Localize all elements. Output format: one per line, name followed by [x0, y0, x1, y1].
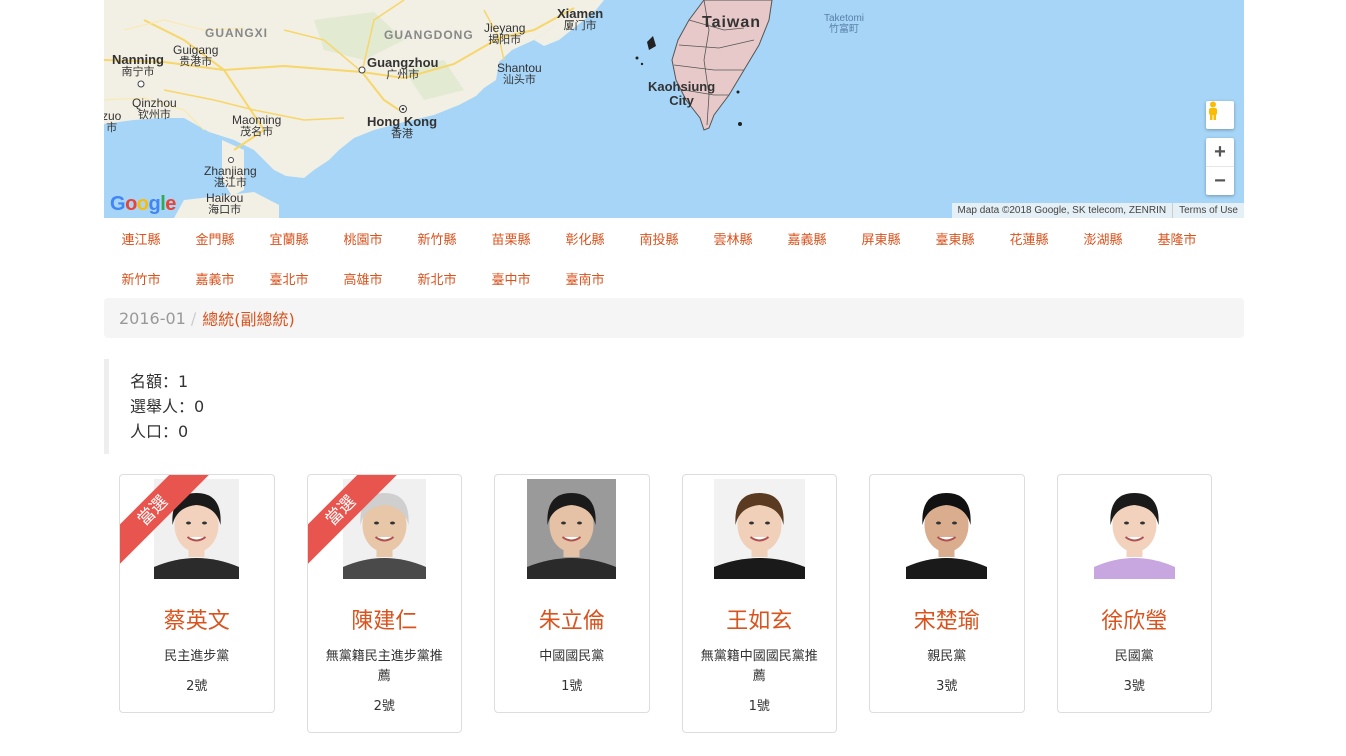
- county-link[interactable]: 花蓮縣: [992, 229, 1066, 248]
- county-link[interactable]: 雲林縣: [696, 229, 770, 248]
- breadcrumb-separator: /: [190, 308, 197, 328]
- candidate-number: 1號: [561, 679, 583, 694]
- county-link[interactable]: 南投縣: [622, 229, 696, 248]
- page-container: Nanning 南宁市 Guigang 贵港市 GUANGXI GUANGDONG …: [104, 0, 1244, 733]
- county-link[interactable]: 連江縣: [104, 229, 178, 248]
- county-link[interactable]: 宜蘭縣: [252, 229, 326, 248]
- candidate-name[interactable]: 陳建仁: [308, 607, 462, 637]
- county-link[interactable]: 新竹市: [104, 269, 178, 288]
- map-label-guigang: Guigang 贵港市: [173, 43, 219, 68]
- county-link[interactable]: 澎湖縣: [1066, 229, 1140, 248]
- candidate-number: 2號: [186, 679, 208, 694]
- candidate-number: 3號: [936, 679, 958, 694]
- candidate-photo: [527, 479, 617, 579]
- candidate-card[interactable]: 朱立倫中國國民黨 1號: [494, 474, 650, 713]
- map-label-taketomi: Taketomi 竹富町: [824, 13, 865, 35]
- county-link[interactable]: 新北市: [400, 269, 474, 288]
- county-links-row: 新竹市 嘉義市 臺北市 高雄市 新北市 臺中市 臺南市: [104, 258, 1244, 298]
- county-link[interactable]: 新竹縣: [400, 229, 474, 248]
- candidate-name[interactable]: 宋楚瑜: [870, 607, 1024, 637]
- county-link[interactable]: 桃園市: [326, 229, 400, 248]
- candidate-party: 民主進步黨: [164, 649, 230, 664]
- candidate-card[interactable]: 王如玄無黨籍中國國民黨推薦 1號: [681, 474, 837, 733]
- population-count: 人口：0: [130, 422, 189, 441]
- county-link[interactable]: 屏東縣: [844, 229, 918, 248]
- map-label-guangzhou: Guangzhou 广州市: [367, 55, 439, 81]
- county-link[interactable]: 彰化縣: [548, 229, 622, 248]
- candidate-card[interactable]: 當選 陳建仁 無黨籍民主進步黨推薦 2號: [306, 474, 462, 733]
- breadcrumb-current: 總統(副總統): [202, 310, 295, 329]
- map-label-hongkong: Hong Kong 香港: [367, 114, 438, 140]
- candidate-photo: [906, 479, 988, 579]
- map-label-kaohsiung: Kaohsiung City: [648, 79, 716, 108]
- county-link[interactable]: 高雄市: [326, 269, 400, 288]
- county-link[interactable]: 金門縣: [178, 229, 252, 248]
- candidate-number: 1號: [748, 699, 770, 714]
- zoom-out-button[interactable]: −: [1206, 166, 1234, 195]
- candidate-photo: [713, 479, 805, 579]
- county-link[interactable]: 嘉義縣: [770, 229, 844, 248]
- map-label-shantou: Shantou 汕头市: [497, 61, 542, 86]
- candidate-party: 無黨籍中國國民黨推薦: [700, 649, 818, 684]
- candidate-party: 無黨籍民主進步黨推薦: [325, 649, 443, 684]
- pegman-icon[interactable]: [1206, 101, 1234, 129]
- map-label-guangdong: GUANGDONG: [384, 28, 474, 42]
- map-label-xiamen: Xiamen 厦门市: [557, 6, 604, 32]
- map-label-qinzhou: Qinzhou 钦州市: [132, 96, 177, 121]
- county-link[interactable]: 臺北市: [252, 269, 326, 288]
- county-link[interactable]: 苗栗縣: [474, 229, 548, 248]
- map-label-zhanjiang: Zhanjiang 湛江市: [204, 164, 257, 189]
- county-link[interactable]: 臺南市: [548, 269, 622, 288]
- county-link[interactable]: 臺東縣: [918, 229, 992, 248]
- seats-count: 名額：1: [130, 372, 189, 391]
- map-label-haikou: Haikou 海口市: [206, 191, 244, 216]
- county-link[interactable]: 基隆市: [1140, 229, 1214, 248]
- candidate-name[interactable]: 徐欣瑩: [1058, 607, 1212, 637]
- candidate-number: 3號: [1123, 679, 1145, 694]
- candidate-list: 當選 蔡英文 民主進步黨 2號 當選 陳建仁 無黨籍民主進步黨推薦 2號 朱立倫 中國國民黨 1號王…: [119, 474, 1244, 733]
- map-label-jieyang: Jieyang 揭阳市: [484, 21, 526, 46]
- map[interactable]: Nanning 南宁市 Guigang 贵港市 GUANGXI GUANGDONG …: [104, 0, 1244, 218]
- map-attribution: Map data ©2018 Google, SK telecom, ZENRI…: [951, 203, 1244, 218]
- map-label-guangxi: GUANGXI: [205, 26, 269, 40]
- candidate-photo: [1093, 479, 1175, 579]
- county-links: 連江縣 金門縣 宜蘭縣 桃園市 新竹縣 苗栗縣 彰化縣 南投縣 雲林縣 嘉義縣 屏東縣 臺東縣 花蓮縣澎…: [104, 218, 1244, 298]
- election-info: 名額：1 選舉人：0 人口：0: [104, 359, 1244, 454]
- voters-count: 選舉人：0: [130, 397, 205, 416]
- zoom-in-button[interactable]: +: [1206, 138, 1234, 166]
- candidate-name[interactable]: 朱立倫: [495, 607, 649, 637]
- candidate-number: 2號: [373, 699, 395, 714]
- zoom-control: + −: [1206, 138, 1234, 195]
- candidate-card[interactable]: 徐欣瑩民國黨 3號: [1056, 474, 1212, 713]
- map-label-nanning: Nanning 南宁市: [112, 52, 164, 78]
- map-label-zuo: zuo 市: [104, 109, 122, 134]
- candidate-card[interactable]: 宋楚瑜親民黨 3號: [869, 474, 1025, 713]
- breadcrumb: 2016-01 / 總統(副總統): [104, 298, 1244, 338]
- candidate-card[interactable]: 當選 蔡英文 民主進步黨 2號: [119, 474, 275, 713]
- candidate-party: 中國國民黨: [539, 649, 605, 664]
- county-links-row: 連江縣 金門縣 宜蘭縣 桃園市 新竹縣 苗栗縣 彰化縣 南投縣 雲林縣 嘉義縣 屏東縣 臺東縣 花蓮縣澎…: [104, 218, 1244, 258]
- google-logo: Google: [110, 193, 176, 215]
- map-label-maoming: Maoming 茂名市: [232, 113, 282, 138]
- candidate-party: 親民黨: [927, 649, 967, 664]
- candidate-name[interactable]: 王如玄: [683, 607, 837, 637]
- map-graphics: [104, 0, 773, 218]
- county-link[interactable]: 嘉義市: [178, 269, 252, 288]
- map-data-credit: Map data ©2018 Google, SK telecom, ZENRI…: [957, 205, 1167, 216]
- candidate-name[interactable]: 蔡英文: [120, 607, 274, 637]
- county-link[interactable]: 臺中市: [474, 269, 548, 288]
- breadcrumb-date[interactable]: 2016-01: [119, 309, 186, 328]
- terms-of-use-link[interactable]: Terms of Use: [1172, 203, 1244, 218]
- map-label-taiwan: Taiwan: [702, 14, 762, 31]
- candidate-party: 民國黨: [1114, 649, 1154, 664]
